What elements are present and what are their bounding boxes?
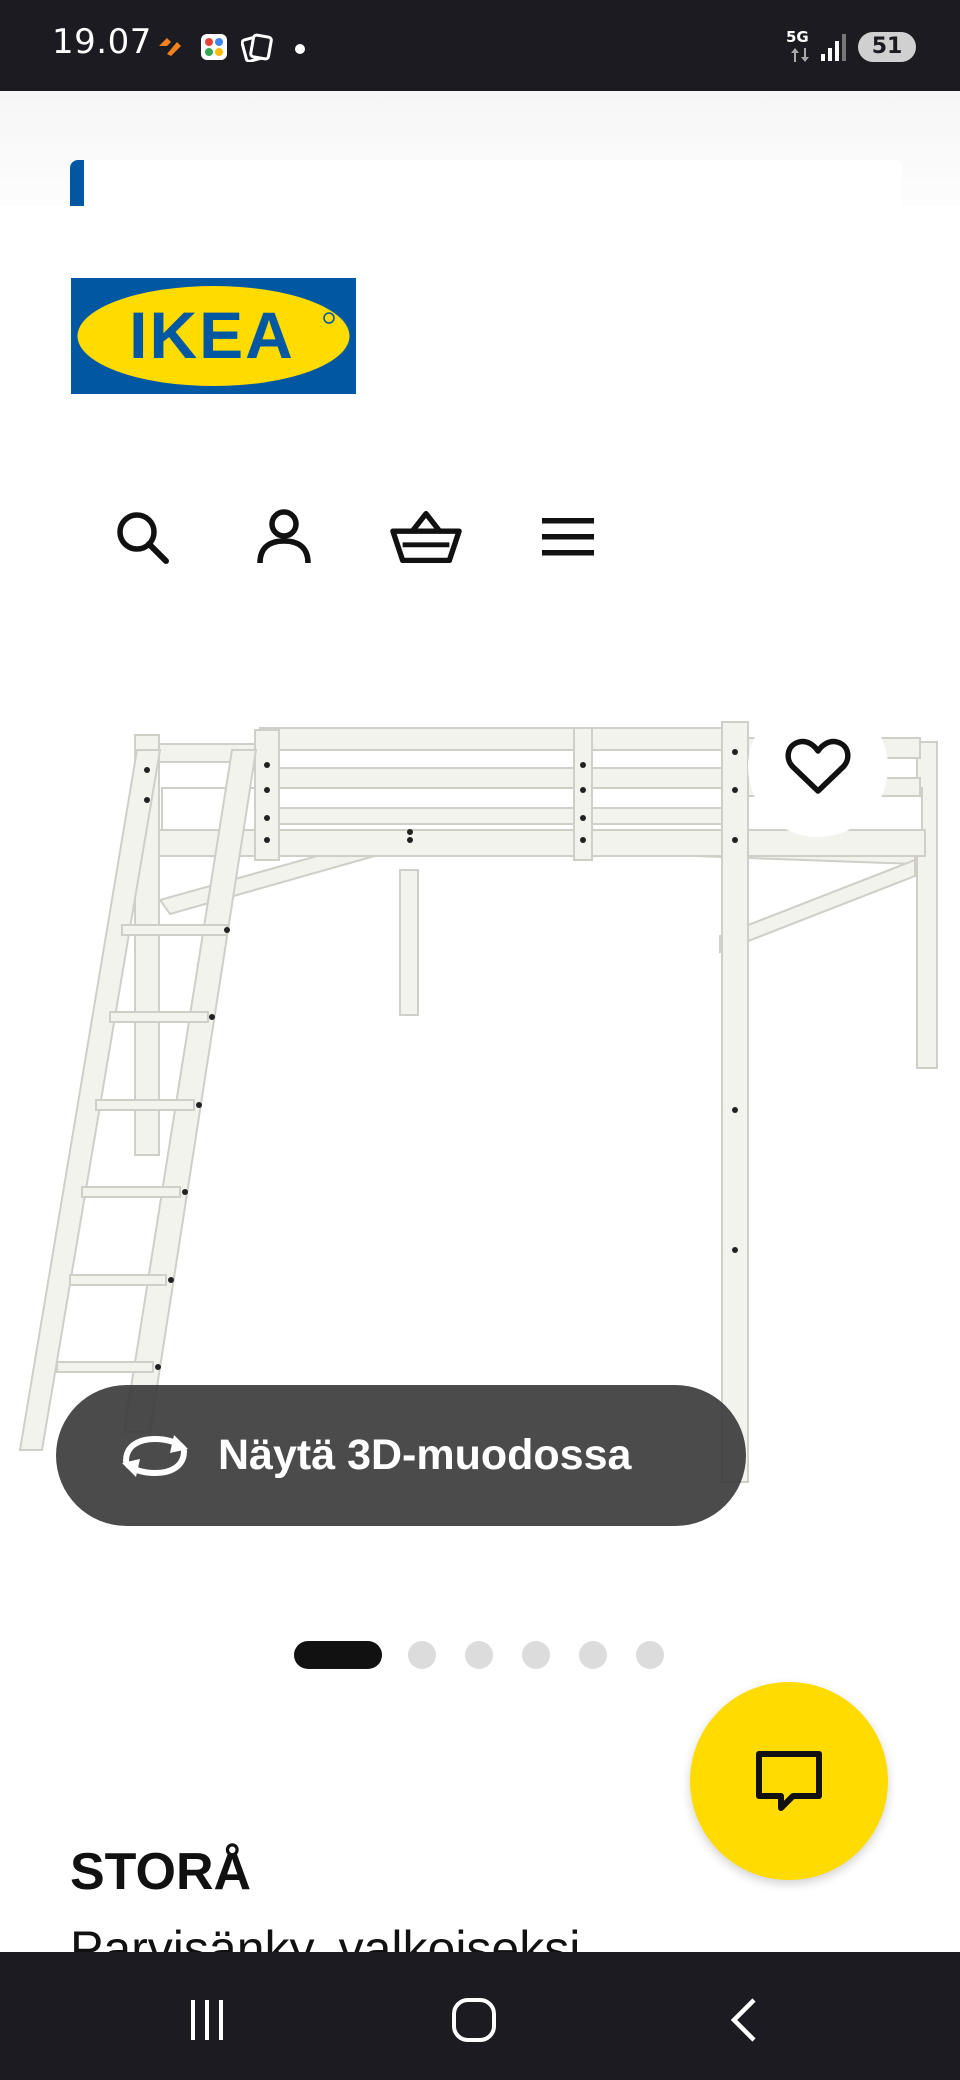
back-icon	[730, 1998, 756, 2042]
basket-button[interactable]	[389, 500, 463, 574]
image-pager-dot[interactable]	[579, 1641, 607, 1669]
search-icon	[117, 512, 169, 564]
ikea-logo[interactable]: IKEA	[71, 278, 356, 394]
chat-icon	[756, 1751, 822, 1811]
menu-icon	[542, 518, 594, 556]
basket-icon	[390, 510, 462, 564]
image-pager-dot[interactable]	[636, 1641, 664, 1669]
network-type: 5G	[786, 28, 809, 46]
notification-gallery-icon	[199, 32, 229, 62]
search-button[interactable]	[105, 500, 179, 574]
ikea-logo-text: IKEA	[129, 298, 295, 372]
recent-apps-icon	[191, 2000, 223, 2040]
image-pager-dot[interactable]	[522, 1641, 550, 1669]
view-in-3d-button[interactable]: Näytä 3D-muodossa	[56, 1385, 746, 1526]
add-to-wishlist-button[interactable]	[748, 697, 888, 837]
home-button[interactable]	[434, 1990, 514, 2050]
account-icon	[257, 509, 311, 564]
recent-apps-button[interactable]	[167, 1990, 247, 2050]
heart-icon	[785, 738, 851, 794]
image-pager-dot[interactable]	[408, 1641, 436, 1669]
view-in-3d-label: Näytä 3D-muodossa	[218, 1431, 632, 1479]
rotate-3d-icon	[118, 1431, 192, 1481]
chat-button[interactable]	[690, 1682, 888, 1880]
menu-button[interactable]	[531, 500, 605, 574]
promo-banner[interactable]	[70, 160, 902, 206]
notification-app-icon	[155, 32, 185, 62]
image-pager-dot-active[interactable]	[294, 1641, 382, 1669]
status-time: 19.07	[52, 22, 152, 62]
image-pager-dot[interactable]	[465, 1641, 493, 1669]
product-name: STORÅ	[70, 1843, 252, 1901]
account-button[interactable]	[247, 500, 321, 574]
back-button[interactable]	[704, 1990, 784, 2050]
signal-icon	[820, 34, 848, 67]
data-arrows-icon	[790, 48, 810, 67]
battery-level: 51	[858, 32, 916, 62]
notification-cards-icon	[240, 32, 273, 63]
home-icon	[452, 1998, 496, 2042]
more-notifications-dot	[295, 44, 305, 54]
